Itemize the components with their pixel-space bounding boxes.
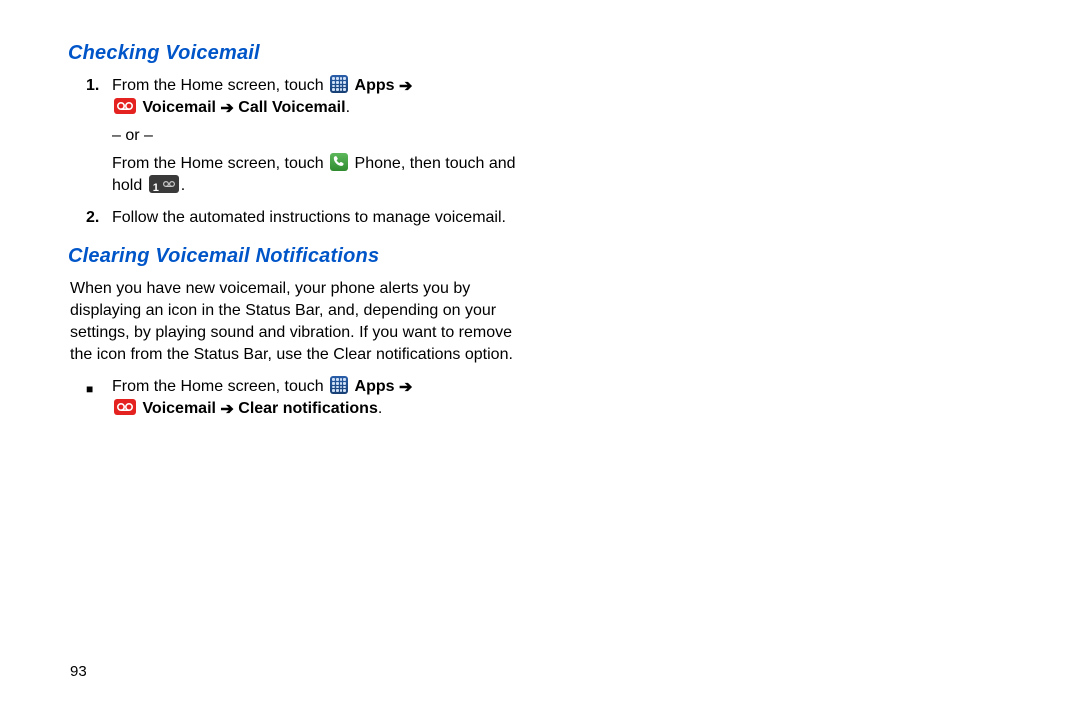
period: . [181, 177, 185, 194]
step-1-alt: From the Home screen, touch Phone, then … [112, 153, 520, 197]
bullet-step: ■ From the Home screen, touch Apps ➔ Voi… [86, 376, 520, 420]
key-1-icon: 1 [149, 175, 179, 193]
text: From the Home screen, touch [112, 77, 328, 94]
voicemail-label: Voicemail [138, 400, 220, 417]
manual-page: Checking Voicemail 1. From the Home scre… [0, 0, 560, 720]
arrow: ➔ [220, 98, 233, 120]
heading-checking-voicemail: Checking Voicemail [68, 42, 520, 65]
voicemail-label: Voicemail [138, 99, 220, 116]
arrow: ➔ [399, 76, 412, 98]
clearing-paragraph: When you have new voicemail, your phone … [70, 278, 520, 366]
or-divider: – or – [112, 127, 520, 145]
text: From the Home screen, touch [112, 378, 328, 395]
apps-label: Apps [355, 378, 399, 395]
period: . [346, 99, 350, 116]
clear-notifications-label: Clear notifications [234, 400, 378, 417]
voicemail-icon [114, 399, 136, 415]
step-2: 2. Follow the automated instructions to … [86, 207, 520, 229]
apps-label: Apps [355, 77, 399, 94]
period: . [378, 400, 382, 417]
phone-icon [330, 153, 348, 171]
bullet-mark: ■ [86, 376, 112, 400]
page-number: 93 [70, 663, 87, 680]
call-voicemail-label: Call Voicemail [234, 99, 346, 116]
apps-icon [330, 75, 348, 93]
step-1: 1. From the Home screen, touch Apps ➔ Vo… [86, 75, 520, 119]
step-body: Follow the automated instructions to man… [112, 207, 520, 229]
voicemail-icon [114, 98, 136, 114]
arrow: ➔ [399, 377, 412, 399]
arrow: ➔ [220, 399, 233, 421]
phone-label: Phone [350, 155, 401, 172]
apps-icon [330, 376, 348, 394]
text: From the Home screen, touch [112, 155, 328, 172]
bullet-body: From the Home screen, touch Apps ➔ Voice… [112, 376, 520, 420]
step-number: 2. [86, 207, 112, 229]
step-body: From the Home screen, touch Apps ➔ Voice… [112, 75, 520, 119]
step-number: 1. [86, 75, 112, 97]
heading-clearing-voicemail: Clearing Voicemail Notifications [68, 245, 520, 268]
